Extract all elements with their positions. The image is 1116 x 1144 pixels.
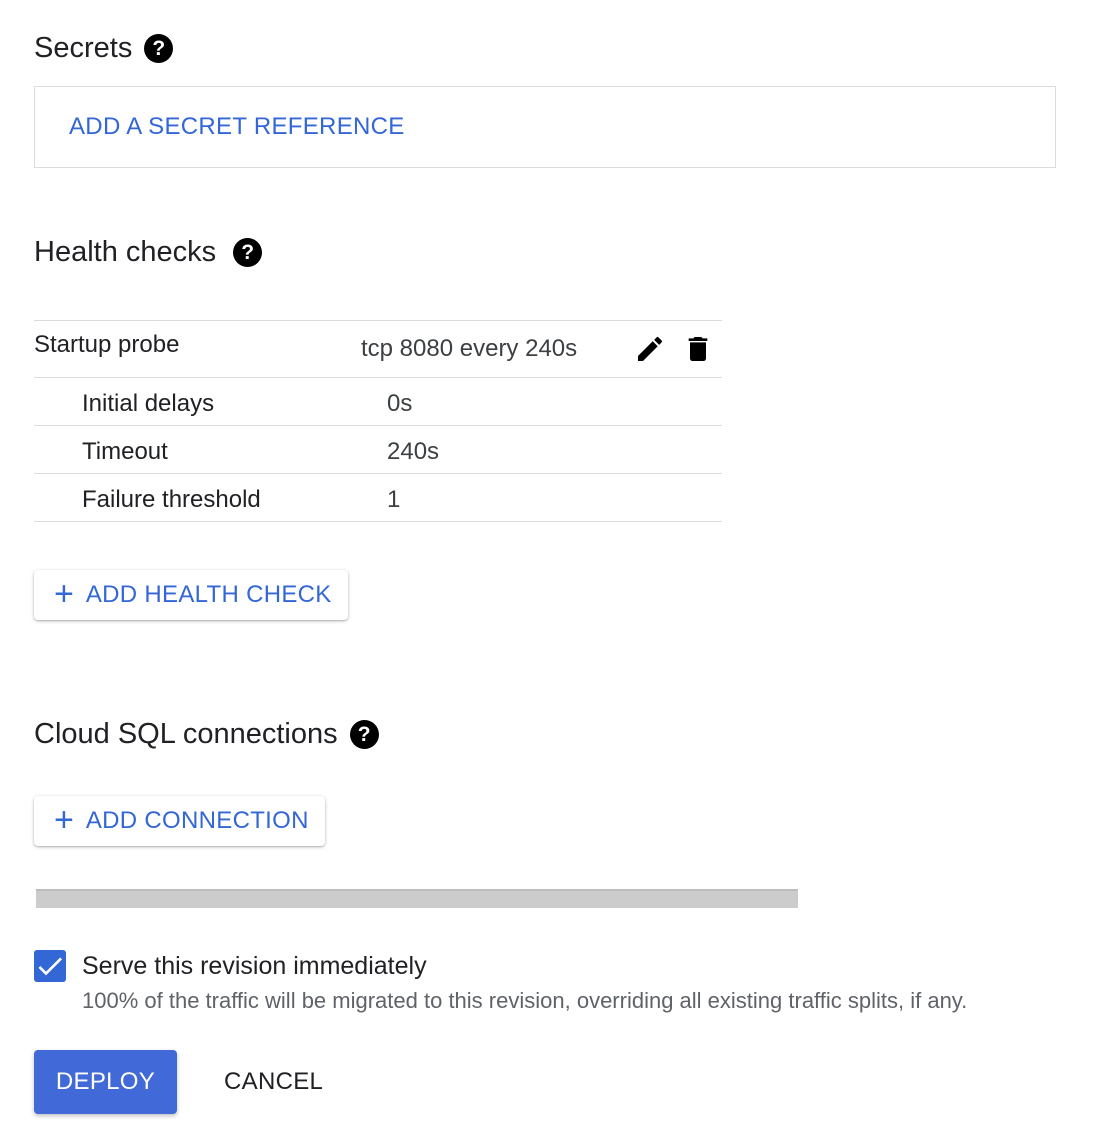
plus-icon: + <box>54 574 74 613</box>
trash-icon-glyph <box>688 337 708 361</box>
detail-label: Timeout <box>82 438 168 465</box>
plus-icon: + <box>54 800 74 839</box>
secrets-panel: ADD A SECRET REFERENCE <box>34 86 1056 168</box>
cloud-sql-title: Cloud SQL connections <box>34 718 338 750</box>
serve-immediately-hint: 100% of the traffic will be migrated to … <box>82 988 968 1013</box>
probe-summary: tcp 8080 every 240s <box>361 335 578 362</box>
add-connection-button[interactable]: + ADD CONNECTION <box>34 796 325 846</box>
check-icon <box>38 957 62 976</box>
add-health-check-label: ADD HEALTH CHECK <box>85 581 332 608</box>
help-icon[interactable]: ? <box>349 720 379 749</box>
detail-label: Failure threshold <box>82 486 261 513</box>
cancel-button[interactable]: CANCEL <box>206 1050 341 1114</box>
serve-immediately-label: Serve this revision immediately <box>82 952 427 980</box>
detail-value: 1 <box>387 486 401 513</box>
probe-name: Startup probe <box>34 331 180 358</box>
deploy-button[interactable]: DEPLOY <box>34 1050 177 1114</box>
help-icon[interactable]: ? <box>144 34 174 63</box>
add-health-check-button[interactable]: + ADD HEALTH CHECK <box>34 570 348 620</box>
detail-value: 240s <box>387 438 440 465</box>
health-checks-title: Health checks <box>34 236 217 268</box>
deploy-revision-form: Secrets ? ADD A SECRET REFERENCE Health … <box>0 0 1116 1144</box>
secrets-heading: Secrets ? <box>34 32 174 65</box>
probe-detail-row: Timeout 240s <box>34 426 722 474</box>
secrets-title: Secrets <box>34 32 133 64</box>
probe-detail-row: Failure threshold 1 <box>34 474 722 522</box>
pencil-icon-glyph <box>638 336 663 361</box>
pencil-icon[interactable] <box>634 333 666 365</box>
health-checks-table: Startup probe tcp 8080 every 240s Initia… <box>34 320 722 522</box>
cloud-sql-heading: Cloud SQL connections ? <box>34 718 379 751</box>
probe-detail-row: Initial delays 0s <box>34 378 722 426</box>
startup-probe-row: Startup probe tcp 8080 every 240s <box>34 321 722 378</box>
add-connection-label: ADD CONNECTION <box>85 807 309 834</box>
serve-immediately-checkbox[interactable] <box>34 950 66 982</box>
horizontal-scrollbar[interactable] <box>36 889 798 908</box>
add-secret-reference-button[interactable]: ADD A SECRET REFERENCE <box>69 113 405 141</box>
trash-icon[interactable] <box>682 333 714 365</box>
detail-value: 0s <box>387 390 413 417</box>
health-checks-heading: Health checks ? <box>34 236 263 269</box>
detail-label: Initial delays <box>82 390 215 417</box>
help-icon[interactable]: ? <box>233 238 263 267</box>
